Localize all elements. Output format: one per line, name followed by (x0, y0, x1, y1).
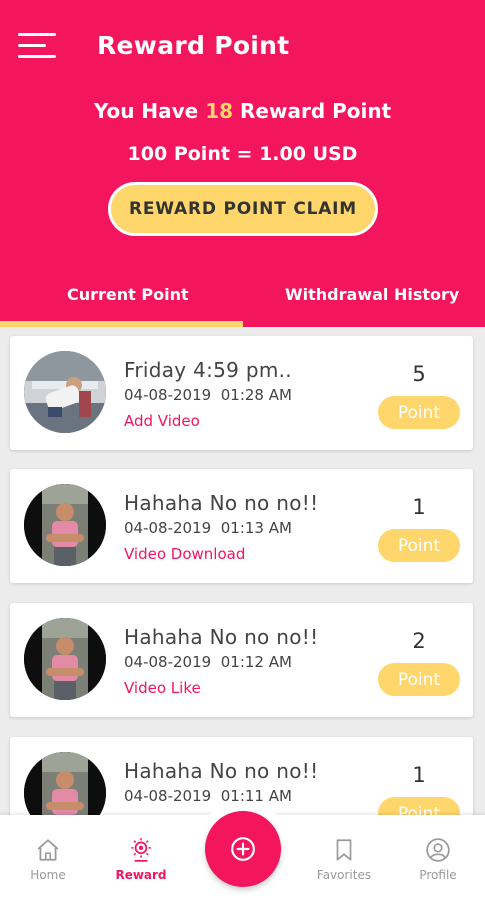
item-datetime: 04-08-2019 01:28 AM (124, 386, 292, 404)
nav-favorites[interactable]: Favorites (304, 815, 384, 900)
reward-list-item[interactable]: Friday 4:59 pm.. 04-08-2019 01:28 AM Add… (10, 336, 473, 450)
reward-icon (131, 838, 151, 862)
item-datetime: 04-08-2019 01:11 AM (124, 787, 292, 805)
home-icon (37, 839, 59, 861)
nav-profile-label: Profile (419, 868, 457, 882)
plus-icon (231, 837, 255, 861)
tab-withdrawal-history[interactable]: Withdrawal History (285, 285, 459, 304)
add-button[interactable] (205, 811, 281, 887)
profile-icon (426, 838, 450, 862)
item-title: Friday 4:59 pm.. (124, 358, 292, 382)
nav-reward[interactable]: Reward (101, 815, 181, 900)
item-point-count: 1 (412, 495, 426, 519)
reward-list-item[interactable]: Hahaha No no no!! 04-08-2019 01:12 AM Vi… (10, 603, 473, 717)
nav-profile[interactable]: Profile (398, 815, 478, 900)
reward-header: Reward Point You Have 18 Reward Point 10… (0, 0, 485, 327)
point-badge: Point (378, 396, 460, 429)
nav-reward-label: Reward (115, 868, 167, 882)
page-title: Reward Point (97, 31, 290, 60)
reward-point-claim-button[interactable]: REWARD POINT CLAIM (108, 182, 378, 236)
reward-list-item[interactable]: Hahaha No no no!! 04-08-2019 01:13 AM Vi… (10, 469, 473, 583)
active-tab-indicator (0, 321, 243, 327)
item-datetime: 04-08-2019 01:12 AM (124, 653, 292, 671)
item-point-count: 5 (412, 362, 426, 386)
item-point-count: 1 (412, 763, 426, 787)
item-title: Hahaha No no no!! (124, 625, 319, 649)
video-thumbnail-avatar (24, 484, 106, 566)
point-badge: Point (378, 529, 460, 562)
item-title: Hahaha No no no!! (124, 759, 319, 783)
point-badge: Point (378, 663, 460, 696)
item-activity-type: Video Like (124, 679, 201, 697)
menu-icon[interactable] (18, 33, 56, 61)
item-activity-type: Add Video (124, 412, 200, 430)
tab-current-point[interactable]: Current Point (67, 285, 189, 304)
conversion-rate: 100 Point = 1.00 USD (127, 143, 358, 165)
item-datetime: 04-08-2019 01:13 AM (124, 519, 292, 537)
item-point-count: 2 (412, 629, 426, 653)
bookmark-icon (336, 839, 352, 861)
video-thumbnail-avatar (24, 618, 106, 700)
nav-favorites-label: Favorites (316, 868, 372, 882)
item-title: Hahaha No no no!! (124, 491, 319, 515)
nav-home[interactable]: Home (8, 815, 88, 900)
item-activity-type: Video Download (124, 545, 246, 563)
reward-points-summary: You Have 18 Reward Point (93, 99, 392, 123)
video-thumbnail-avatar (24, 351, 106, 433)
reward-points-value: 18 (205, 99, 234, 123)
nav-home-label: Home (30, 868, 66, 882)
